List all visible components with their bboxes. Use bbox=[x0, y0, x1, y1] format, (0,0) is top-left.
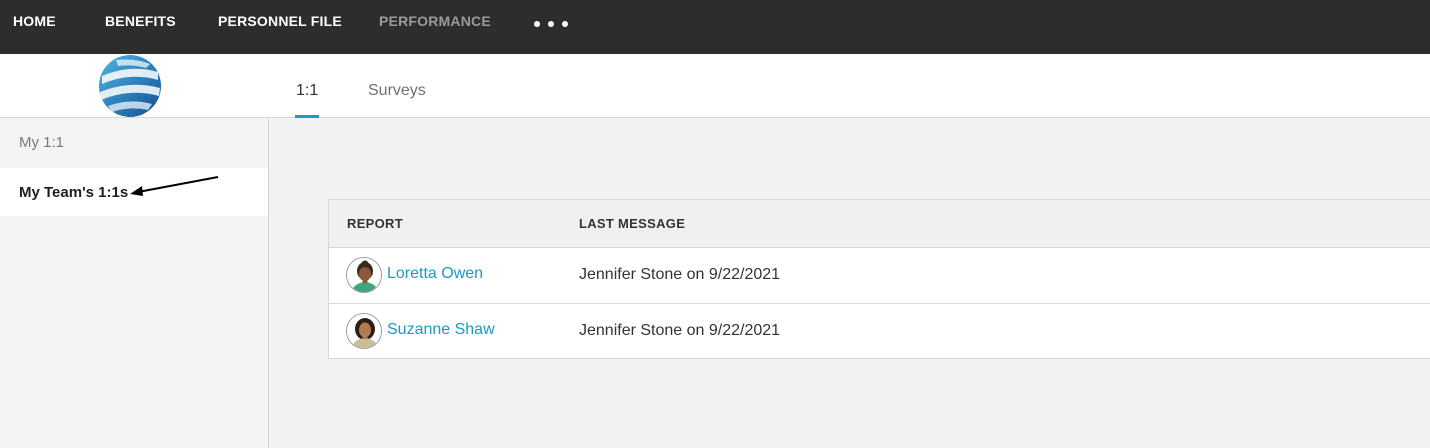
column-header-report: REPORT bbox=[347, 216, 403, 231]
nav-personnel-file[interactable]: PERSONNEL FILE bbox=[218, 13, 342, 29]
sidebar-item-my-one-on-one[interactable]: My 1:1 bbox=[0, 119, 268, 167]
reports-table: REPORT LAST MESSAGE Loretta Owen Jennife… bbox=[328, 199, 1430, 359]
tab-surveys[interactable]: Surveys bbox=[368, 82, 426, 100]
table-header: REPORT LAST MESSAGE bbox=[329, 200, 1430, 248]
tab-one-on-one[interactable]: 1:1 bbox=[296, 82, 318, 100]
report-name-link[interactable]: Loretta Owen bbox=[387, 265, 483, 283]
sidebar-item-label: My Team's 1:1s bbox=[19, 184, 129, 201]
active-tab-indicator bbox=[295, 115, 319, 118]
sidebar: My 1:1 My Team's 1:1s bbox=[0, 119, 269, 448]
top-nav: HOME BENEFITS PERSONNEL FILE PERFORMANCE bbox=[0, 0, 1430, 54]
sidebar-item-label: My 1:1 bbox=[19, 134, 65, 151]
female-avatar-icon bbox=[346, 313, 382, 349]
table-row: Suzanne Shaw Jennifer Stone on 9/22/2021 bbox=[329, 304, 1430, 360]
last-message: Jennifer Stone on 9/22/2021 bbox=[579, 322, 781, 339]
column-header-last-message: LAST MESSAGE bbox=[579, 216, 686, 231]
annotation-arrow-icon bbox=[130, 176, 219, 196]
globe-logo-icon bbox=[96, 54, 164, 118]
report-name-link[interactable]: Suzanne Shaw bbox=[387, 321, 495, 339]
nav-home[interactable]: HOME bbox=[13, 13, 56, 29]
page-header: 1:1 Surveys bbox=[0, 54, 1430, 118]
nav-performance[interactable]: PERFORMANCE bbox=[379, 13, 491, 29]
female-avatar-icon bbox=[346, 257, 382, 293]
table-row: Loretta Owen Jennifer Stone on 9/22/2021 bbox=[329, 248, 1430, 304]
more-dots-icon[interactable] bbox=[531, 17, 571, 33]
last-message: Jennifer Stone on 9/22/2021 bbox=[579, 266, 781, 283]
nav-benefits[interactable]: BENEFITS bbox=[105, 13, 176, 29]
